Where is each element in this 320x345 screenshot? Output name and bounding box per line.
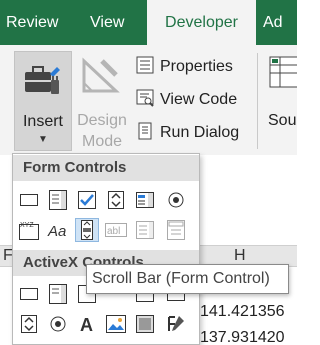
- ribbon-tab-bar: Review View Developer Ad: [0, 0, 297, 45]
- design-mode-label-line2: Mode: [81, 133, 123, 150]
- command-button-icon[interactable]: [17, 282, 41, 306]
- form-controls-header: Form Controls: [13, 155, 199, 181]
- cell-value[interactable]: 141.421356: [200, 303, 285, 321]
- group-box-icon[interactable]: XYZ: [17, 218, 41, 242]
- text-field-icon[interactable]: abl: [104, 218, 128, 242]
- scroll-bar-icon[interactable]: [75, 218, 99, 242]
- label-icon[interactable]: Aa: [46, 218, 70, 242]
- svg-text:Aa: Aa: [47, 223, 66, 239]
- excel-window: Review View Developer Ad Insert ▼ Design…: [0, 0, 297, 345]
- image-icon[interactable]: [104, 312, 128, 336]
- developer-ribbon: Insert ▼ Design Mode Properties View Cod…: [0, 45, 297, 155]
- source-button[interactable]: Sou: [268, 55, 297, 155]
- xml-source-icon: [268, 55, 297, 96]
- design-mode-icon: [80, 57, 120, 102]
- view-code-icon: [136, 89, 160, 112]
- spin-button-icon[interactable]: [17, 312, 41, 336]
- combo-box-icon[interactable]: [46, 188, 70, 212]
- button-icon[interactable]: [17, 188, 41, 212]
- label-icon[interactable]: A: [75, 312, 99, 336]
- insert-controls-dropdown: Form Controls XYZ Aa abl ActiveX Control…: [12, 153, 200, 345]
- column-header-h[interactable]: H: [234, 247, 246, 265]
- ribbon-separator: [257, 53, 258, 149]
- option-button-icon[interactable]: [46, 312, 70, 336]
- combo-dropdown-edit-icon[interactable]: [164, 218, 188, 242]
- run-dialog-label: Run Dialog: [160, 124, 240, 141]
- insert-button[interactable]: Insert ▼: [14, 51, 72, 151]
- source-label: Sou: [268, 112, 297, 129]
- list-box-icon[interactable]: [133, 188, 157, 212]
- check-box-icon[interactable]: [75, 188, 99, 212]
- properties-label: Properties: [160, 58, 233, 75]
- properties-button[interactable]: Properties: [136, 54, 233, 80]
- combo-list-edit-icon[interactable]: [133, 218, 157, 242]
- svg-text:XYZ: XYZ: [20, 222, 34, 229]
- svg-text:A: A: [80, 315, 93, 333]
- svg-text:abl: abl: [107, 226, 120, 237]
- scroll-bar-tooltip: Scroll Bar (Form Control): [86, 264, 289, 294]
- tab-view[interactable]: View: [90, 0, 124, 45]
- design-mode-label-line1: Design: [77, 112, 127, 129]
- view-code-button[interactable]: View Code: [136, 87, 237, 113]
- option-button-icon[interactable]: [164, 188, 188, 212]
- spin-button-icon[interactable]: [104, 188, 128, 212]
- cell-value[interactable]: 137.931420: [200, 329, 285, 345]
- tab-add-ins[interactable]: Ad: [263, 0, 283, 45]
- toggle-button-icon[interactable]: [133, 312, 157, 336]
- tab-developer[interactable]: Developer: [147, 0, 256, 45]
- tab-review[interactable]: Review: [6, 0, 58, 45]
- design-mode-button[interactable]: Design Mode: [74, 51, 130, 151]
- more-controls-icon[interactable]: [164, 312, 188, 336]
- combo-box-icon[interactable]: [46, 282, 70, 306]
- run-dialog-icon: [136, 122, 160, 145]
- run-dialog-button[interactable]: Run Dialog: [136, 120, 239, 146]
- toolbox-icon: [23, 60, 63, 105]
- view-code-label: View Code: [160, 91, 238, 108]
- insert-label: Insert: [22, 113, 63, 130]
- properties-icon: [136, 56, 160, 79]
- chevron-down-icon: ▼: [38, 134, 48, 145]
